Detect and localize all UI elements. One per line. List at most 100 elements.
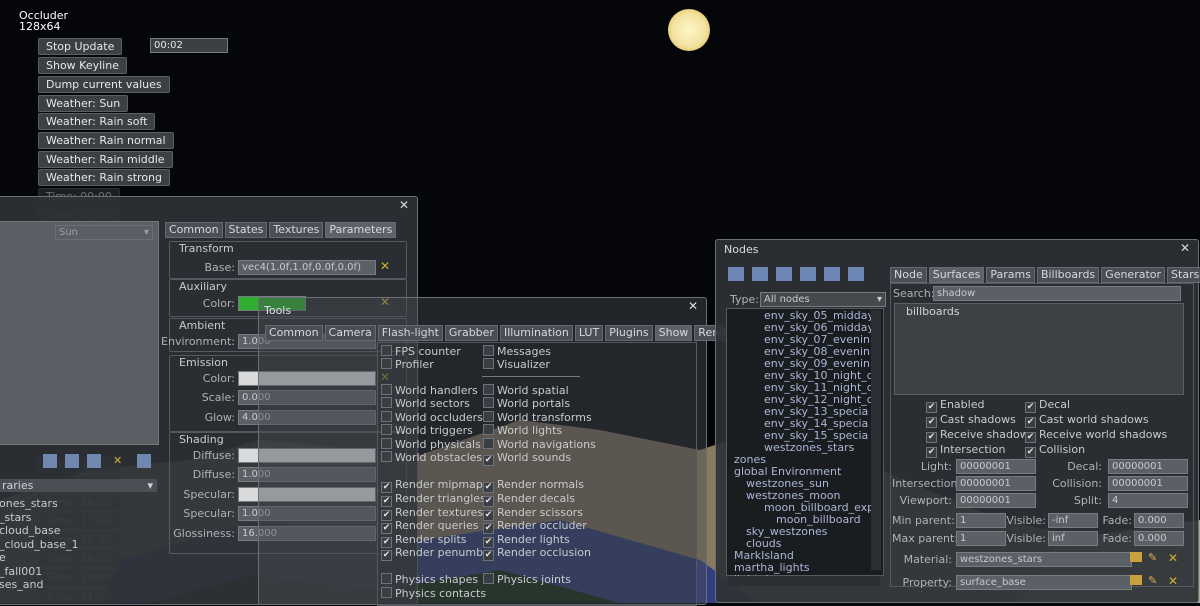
move-down-icon[interactable]	[800, 267, 816, 281]
checkbox-left-15[interactable]: Physics shapes	[381, 573, 478, 586]
tree-node[interactable]: westzones_stars	[764, 442, 854, 454]
close-icon[interactable]: ✕	[399, 198, 409, 212]
hud-button-1[interactable]: Stop Update	[38, 38, 123, 55]
tab-lut[interactable]: LUT	[574, 325, 604, 341]
library-item[interactable]: _fall001	[0, 565, 42, 578]
checkbox-right-4[interactable]: World portals	[483, 397, 570, 410]
checkbox-left-9[interactable]: Render mipmaps	[381, 478, 489, 493]
tree-expand-icon[interactable]	[728, 267, 744, 281]
hud-button-4[interactable]: Weather: Sun	[38, 95, 129, 112]
close-icon[interactable]: ✕	[1180, 241, 1190, 255]
surface-item[interactable]: billboards	[906, 305, 960, 318]
light-field[interactable]: 00000001	[956, 459, 1036, 474]
fade-min-field[interactable]: 0.000	[1134, 513, 1184, 528]
material-field[interactable]: westzones_stars	[956, 552, 1132, 567]
surface-checkbox-2[interactable]: Decal	[1025, 398, 1070, 413]
minparent-field[interactable]: 1	[956, 513, 1006, 528]
tab-generator[interactable]: Generator	[1101, 267, 1166, 283]
property-field[interactable]: surface_base	[956, 575, 1132, 590]
tab-flash-light[interactable]: Flash-light	[377, 325, 443, 341]
surface-checkbox-6[interactable]: Receive world shadows	[1025, 428, 1167, 443]
folder-icon[interactable]	[1130, 575, 1142, 585]
checkbox-right-2[interactable]: Visualizer	[483, 358, 550, 371]
edit-icon[interactable]: ✎	[1148, 551, 1157, 564]
close-icon[interactable]: ✕	[688, 299, 698, 313]
surface-checkbox-5[interactable]: Receive shadows	[926, 428, 1034, 443]
param-value[interactable]: vec4(1.0f,1.0f,0.0f,0.0f)	[238, 260, 376, 275]
grid-icon[interactable]	[137, 454, 151, 468]
tab-params[interactable]: Params	[986, 267, 1035, 283]
tree-delete-icon[interactable]	[752, 267, 768, 281]
tab-common[interactable]: Common	[265, 325, 323, 341]
move-up-icon[interactable]	[776, 267, 792, 281]
tab-billboards[interactable]: Billboards	[1036, 267, 1100, 283]
checkbox-left-4[interactable]: World sectors	[381, 397, 470, 410]
checkbox-right-12[interactable]: Render occluder	[483, 519, 587, 534]
edit-icon[interactable]: ✎	[1148, 574, 1157, 587]
tree-scrollbar[interactable]	[871, 310, 881, 570]
hud-button-8[interactable]: Weather: Rain strong	[38, 169, 170, 186]
library-item[interactable]: _cloud_base_1	[0, 538, 79, 551]
library-item[interactable]: _stars	[0, 511, 32, 524]
surface-checkbox-4[interactable]: Cast world shadows	[1025, 413, 1149, 428]
hud-button-3[interactable]: Dump current values	[38, 76, 170, 93]
checkbox-left-8[interactable]: World obstacles	[381, 451, 482, 464]
time-field[interactable]: 00:02	[150, 38, 228, 53]
clear-icon[interactable]: ✕	[1168, 574, 1178, 588]
checkbox-right-3[interactable]: World spatial	[483, 384, 569, 397]
checkbox-right-7[interactable]: World navigations	[483, 438, 596, 451]
clear-icon[interactable]: ✕	[1168, 551, 1178, 565]
checkbox-left-6[interactable]: World triggers	[381, 424, 473, 437]
checkbox-right-10[interactable]: Render decals	[483, 492, 575, 507]
tab-surfaces[interactable]: Surfaces	[928, 267, 985, 283]
library-item[interactable]: cloud_base	[0, 524, 61, 537]
tab-show[interactable]: Show	[654, 325, 693, 341]
decal-field[interactable]: 00000001	[1108, 459, 1188, 474]
library-item[interactable]: ones_stars	[0, 497, 58, 510]
intersection-field[interactable]: 00000001	[956, 476, 1036, 491]
surface-checkbox-7[interactable]: Intersection	[926, 443, 1005, 458]
clear-icon[interactable]: ✕	[380, 259, 390, 273]
clone-icon[interactable]	[824, 267, 840, 281]
preview-dropdown[interactable]: Sun ▾	[55, 225, 153, 240]
tab-parameters[interactable]: Parameters	[325, 222, 397, 238]
checkbox-left-14[interactable]: Render penumbra	[381, 546, 494, 561]
export-icon[interactable]	[848, 267, 864, 281]
tab-plugins[interactable]: Plugins	[605, 325, 653, 341]
checkbox-right-1[interactable]: Messages	[483, 345, 551, 358]
tab-illumination[interactable]: Illumination	[499, 325, 573, 341]
move-icon[interactable]	[65, 454, 79, 468]
checkbox-right-8[interactable]: World sounds	[483, 451, 571, 466]
tab-stars[interactable]: Stars	[1167, 267, 1200, 283]
viewport-field[interactable]: 00000001	[956, 493, 1036, 508]
checkbox-right-6[interactable]: World lights	[483, 424, 562, 437]
library-item[interactable]: ses_and	[0, 578, 43, 591]
maxparent-field[interactable]: 1	[956, 531, 1006, 546]
checkbox-left-7[interactable]: World physicals	[381, 438, 481, 451]
tree-icon[interactable]	[43, 454, 57, 468]
tab-grabber[interactable]: Grabber	[444, 325, 498, 341]
checkbox-right-15[interactable]: Physics joints	[483, 573, 571, 586]
delete-icon[interactable]: ✕	[113, 454, 125, 467]
folder-icon[interactable]	[1130, 552, 1142, 562]
checkbox-left-5[interactable]: World occluders	[381, 411, 483, 424]
tab-textures[interactable]: Textures	[269, 222, 324, 238]
hud-button-7[interactable]: Weather: Rain middle	[38, 151, 173, 168]
visible-min-field[interactable]: -inf	[1048, 513, 1098, 528]
surface-checkbox-1[interactable]: Enabled	[926, 398, 984, 413]
checkbox-left-10[interactable]: Render triangles	[381, 492, 486, 507]
checkbox-left-3[interactable]: World handlers	[381, 384, 478, 397]
checkbox-left-1[interactable]: FPS counter	[381, 345, 461, 358]
surface-checkbox-8[interactable]: Collision	[1025, 443, 1085, 458]
tab-common[interactable]: Common	[165, 222, 223, 238]
link-icon[interactable]	[87, 454, 101, 468]
hud-button-2[interactable]: Show Keyline	[38, 57, 127, 74]
fade-max-field[interactable]: 0.000	[1134, 531, 1184, 546]
tab-states[interactable]: States	[224, 222, 268, 238]
checkbox-right-5[interactable]: World transforms	[483, 411, 592, 424]
tab-camera[interactable]: Camera	[324, 325, 376, 341]
checkbox-right-9[interactable]: Render normals	[483, 478, 584, 493]
surface-checkbox-3[interactable]: Cast shadows	[926, 413, 1016, 428]
checkbox-left-16[interactable]: Physics contacts	[381, 587, 486, 600]
collision-field[interactable]: 00000001	[1108, 476, 1188, 491]
